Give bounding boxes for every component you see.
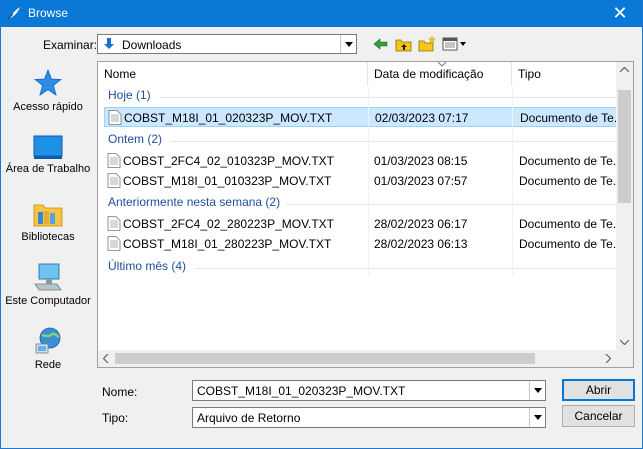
place-quick-access[interactable]: Acesso rápido (1, 68, 95, 114)
file-type: Documento de Te... (519, 154, 616, 168)
back-arrow-icon[interactable] (371, 35, 391, 53)
text-file-icon (107, 173, 121, 188)
look-in-dropdown[interactable]: Downloads (97, 34, 357, 54)
chevron-down-icon[interactable] (340, 35, 356, 53)
place-network[interactable]: Rede (1, 326, 95, 372)
new-folder-icon[interactable] (417, 35, 437, 53)
file-name: COBST_M18I_01_280223P_MOV.TXT (123, 237, 332, 251)
star-icon (33, 68, 63, 96)
look-in-value: Downloads (122, 38, 182, 52)
scroll-left-arrow-icon[interactable] (103, 354, 109, 363)
browse-dialog: Browse ✕ Examinar: Downloads Acesso rápi… (0, 0, 643, 449)
file-row[interactable]: COBST_2FC4_02_280223P_MOV.TXT 28/02/2023… (104, 214, 618, 234)
place-label: Bibliotecas (21, 231, 75, 243)
file-type-value: Arquivo de Retorno (197, 411, 301, 425)
title-bar: Browse ✕ (1, 0, 642, 27)
up-folder-icon[interactable] (394, 35, 414, 53)
scrollbar-corner (616, 350, 633, 367)
vertical-scroll-thumb[interactable] (618, 90, 631, 203)
file-date: 01/03/2023 07:57 (374, 174, 468, 188)
column-separator (512, 86, 513, 276)
group-divider (286, 204, 616, 205)
file-row[interactable]: COBST_M18I_01_280223P_MOV.TXT 28/02/2023… (104, 234, 618, 254)
file-name-combobox[interactable]: COBST_M18I_01_020323P_MOV.TXT (192, 380, 546, 401)
libraries-icon (33, 204, 63, 227)
place-label: Este Computador (5, 295, 91, 307)
place-this-pc[interactable]: Este Computador (1, 262, 95, 308)
group-label: Ontem (2) (108, 132, 163, 146)
group-label: Último mês (4) (108, 259, 187, 273)
file-row[interactable]: COBST_2FC4_02_010323P_MOV.TXT 01/03/2023… (104, 151, 618, 171)
downloads-arrow-icon (104, 38, 114, 49)
close-button[interactable]: ✕ (600, 1, 640, 26)
chevron-down-icon[interactable] (529, 408, 545, 427)
column-header-date[interactable]: Data de modificação (368, 62, 512, 86)
chevron-down-icon[interactable] (529, 381, 545, 400)
place-label: Rede (34, 359, 62, 371)
horizontal-scroll-thumb[interactable] (115, 353, 535, 364)
file-name-value: COBST_M18I_01_020323P_MOV.TXT (197, 384, 406, 398)
file-row[interactable]: COBST_M18I_01_010323P_MOV.TXT 01/03/2023… (104, 171, 618, 191)
desktop-icon (33, 135, 63, 159)
cancel-button[interactable]: Cancelar (562, 405, 635, 427)
group-label: Hoje (1) (108, 88, 151, 102)
places-bar: Acesso rápido Área de Trabalho Bibliotec… (1, 60, 95, 371)
file-type: Documento de Te... (519, 217, 616, 231)
group-divider (196, 268, 616, 269)
file-name: COBST_2FC4_02_280223P_MOV.TXT (123, 217, 335, 231)
group-header-earlier-this-week[interactable]: Anteriormente nesta semana (2) (108, 195, 616, 213)
file-date: 02/03/2023 07:17 (375, 111, 469, 125)
file-date: 01/03/2023 08:15 (374, 154, 468, 168)
file-date: 28/02/2023 06:13 (374, 237, 468, 251)
file-type: Documento de Te... (519, 174, 616, 188)
group-header-last-month[interactable]: Último mês (4) (108, 259, 616, 277)
file-name: COBST_M18I_01_020323P_MOV.TXT (124, 111, 333, 125)
vertical-scrollbar[interactable] (616, 62, 633, 350)
text-file-icon (108, 110, 122, 125)
column-separator (368, 86, 369, 276)
open-button[interactable]: Abrir (562, 379, 635, 401)
group-header-today[interactable]: Hoje (1) (108, 88, 616, 106)
file-type: Documento de Te... (519, 237, 616, 251)
scroll-down-arrow-icon[interactable] (620, 339, 629, 345)
place-libraries[interactable]: Bibliotecas (1, 200, 95, 244)
group-divider (160, 97, 616, 98)
text-file-icon (107, 216, 121, 231)
place-label: Área de Trabalho (5, 163, 91, 175)
scroll-up-arrow-icon[interactable] (620, 67, 629, 73)
file-name: COBST_2FC4_02_010323P_MOV.TXT (123, 154, 335, 168)
network-icon (35, 327, 61, 354)
file-type-dropdown[interactable]: Arquivo de Retorno (192, 407, 546, 428)
file-type: Documento de Te... (520, 111, 617, 125)
place-label: Acesso rápido (13, 101, 83, 113)
place-desktop[interactable]: Área de Trabalho (1, 134, 95, 176)
computer-icon (34, 263, 62, 291)
horizontal-scrollbar[interactable] (98, 350, 616, 367)
file-type-label: Tipo: (102, 411, 129, 425)
close-icon: ✕ (612, 3, 628, 23)
look-in-label: Examinar: (43, 38, 98, 52)
file-name-label: Nome: (102, 385, 138, 399)
column-header-name[interactable]: Nome (98, 62, 368, 86)
file-name: COBST_M18I_01_010323P_MOV.TXT (123, 174, 332, 188)
text-file-icon (107, 153, 121, 168)
group-label: Anteriormente nesta semana (2) (108, 195, 281, 209)
app-feather-icon (7, 7, 20, 20)
scroll-right-arrow-icon[interactable] (605, 354, 611, 363)
file-row[interactable]: COBST_M18I_01_020323P_MOV.TXT 02/03/2023… (104, 107, 618, 127)
group-header-yesterday[interactable]: Ontem (2) (108, 132, 616, 150)
column-header-type[interactable]: Tipo (512, 62, 616, 86)
group-divider (170, 141, 616, 142)
file-list[interactable]: Nome Data de modificação Tipo Hoje (1) C… (97, 61, 634, 368)
file-date: 28/02/2023 06:17 (374, 217, 468, 231)
view-menu-icon[interactable] (441, 35, 469, 53)
window-title: Browse (28, 6, 69, 20)
text-file-icon (107, 236, 121, 251)
